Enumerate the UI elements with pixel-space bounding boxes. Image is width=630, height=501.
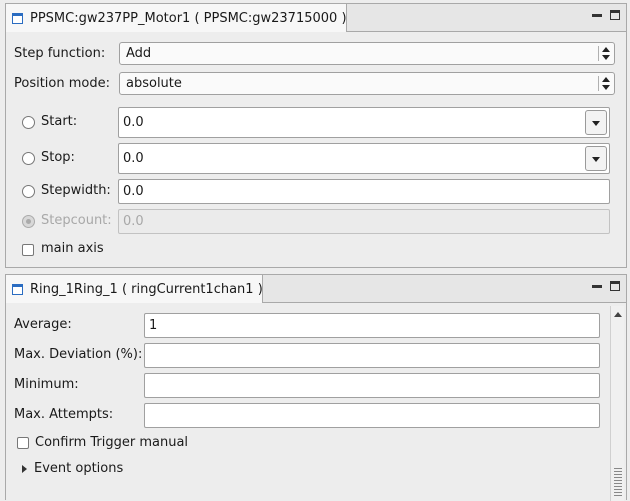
maximize-icon[interactable] <box>610 281 620 291</box>
max-attempts-input[interactable] <box>144 403 600 428</box>
vertical-scrollbar[interactable] <box>610 306 624 501</box>
motor-tab-title: PPSMC:gw237PP_Motor1 ( PPSMC:gw23715000 … <box>30 10 347 26</box>
stepwidth-value: 0.0 <box>123 184 144 199</box>
start-radio[interactable] <box>22 116 35 129</box>
minimum-label: Minimum: <box>14 377 79 392</box>
position-mode-label: Position mode: <box>14 76 110 91</box>
minimize-icon[interactable] <box>592 10 602 20</box>
detector-channel-view: Ring_1Ring_1 ( ringCurrent1chan1 ) Avera… <box>5 274 627 501</box>
stop-value: 0.0 <box>123 151 144 166</box>
average-value: 1 <box>149 318 158 333</box>
detector-tab-title: Ring_1Ring_1 ( ringCurrent1chan1 ) <box>30 281 263 297</box>
main-axis-label: main axis <box>41 241 104 256</box>
motor-window-controls <box>592 10 620 20</box>
motor-axis-view: PPSMC:gw237PP_Motor1 ( PPSMC:gw23715000 … <box>5 3 627 268</box>
detector-window-controls <box>592 281 620 291</box>
stepwidth-input[interactable]: 0.0 <box>118 179 610 204</box>
detector-view-tab[interactable]: Ring_1Ring_1 ( ringCurrent1chan1 ) <box>5 274 263 303</box>
event-options-label[interactable]: Event options <box>34 461 123 476</box>
main-axis-checkbox[interactable] <box>22 244 34 256</box>
average-input[interactable]: 1 <box>144 313 600 338</box>
step-function-label: Step function: <box>14 46 106 61</box>
stop-radio[interactable] <box>22 152 35 165</box>
stop-label: Stop: <box>41 150 75 165</box>
step-function-combo[interactable]: Add <box>119 42 615 65</box>
maximize-icon[interactable] <box>610 10 620 20</box>
view-icon <box>12 12 23 24</box>
max-deviation-input[interactable] <box>144 343 600 368</box>
start-dropdown-button[interactable] <box>585 110 607 135</box>
max-attempts-label: Max. Attempts: <box>14 407 114 422</box>
step-function-value: Add <box>126 46 152 61</box>
position-mode-combo[interactable]: absolute <box>119 72 615 95</box>
stepwidth-label: Stepwidth: <box>41 183 111 198</box>
stepcount-value: 0.0 <box>123 214 144 229</box>
stepcount-input: 0.0 <box>118 209 610 234</box>
combo-separator <box>598 46 599 61</box>
minimum-input[interactable] <box>144 373 600 398</box>
confirm-trigger-checkbox[interactable] <box>17 437 29 449</box>
stop-dropdown-button[interactable] <box>585 146 607 171</box>
start-value: 0.0 <box>123 115 144 130</box>
stepcount-label: Stepcount: <box>41 213 112 228</box>
start-combo[interactable]: 0.0 <box>118 107 610 138</box>
view-icon <box>12 283 23 295</box>
position-mode-value: absolute <box>126 76 182 91</box>
scroll-grip-icon[interactable] <box>614 468 622 498</box>
motor-tabbar: PPSMC:gw237PP_Motor1 ( PPSMC:gw23715000 … <box>5 3 626 32</box>
motor-view-tab[interactable]: PPSMC:gw237PP_Motor1 ( PPSMC:gw23715000 … <box>5 3 347 32</box>
average-label: Average: <box>14 317 72 332</box>
updown-arrows-icon <box>602 46 610 61</box>
start-label: Start: <box>41 114 78 129</box>
expand-arrow-icon[interactable] <box>22 465 27 473</box>
stepwidth-radio[interactable] <box>22 185 35 198</box>
scroll-up-icon[interactable] <box>614 312 622 317</box>
minimize-icon[interactable] <box>592 281 602 291</box>
confirm-trigger-label: Confirm Trigger manual <box>35 435 189 450</box>
max-deviation-label: Max. Deviation (%): <box>14 347 143 362</box>
combo-separator <box>598 76 599 91</box>
detector-tabbar: Ring_1Ring_1 ( ringCurrent1chan1 ) <box>5 274 626 303</box>
stepcount-radio <box>22 215 35 228</box>
updown-arrows-icon <box>602 76 610 91</box>
stop-combo[interactable]: 0.0 <box>118 143 610 174</box>
